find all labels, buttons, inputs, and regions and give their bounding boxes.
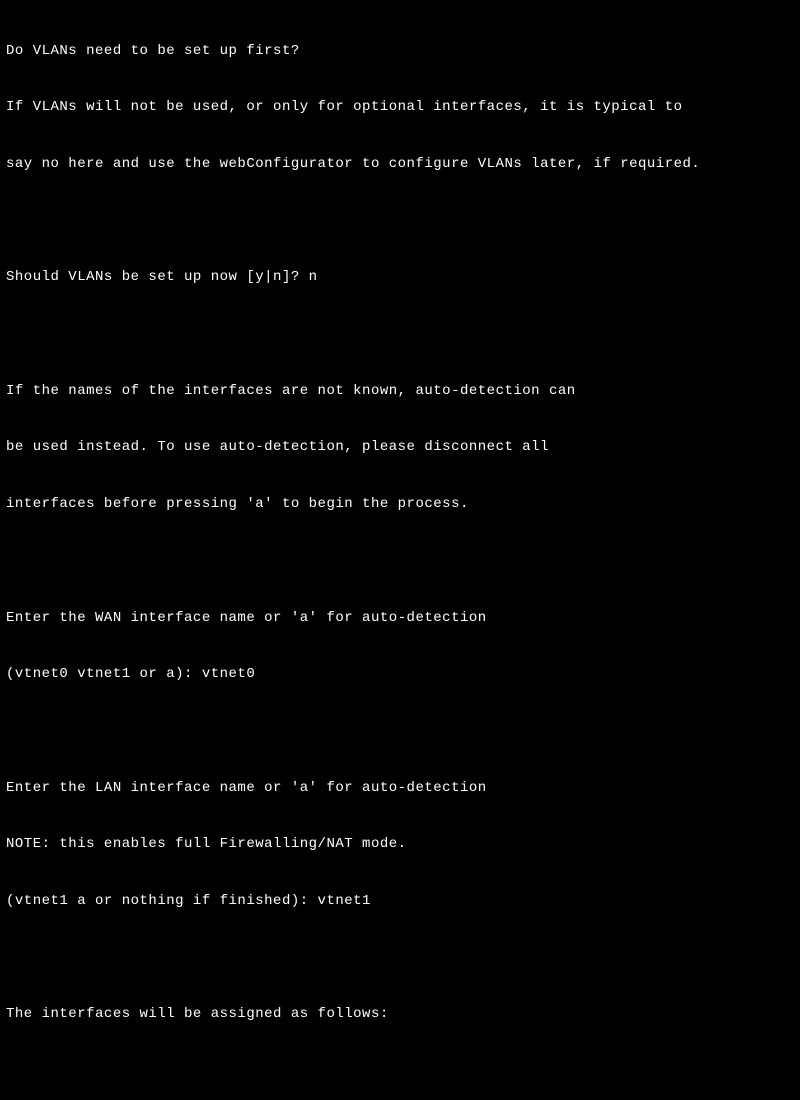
terminal-line: Enter the LAN interface name or 'a' for …: [6, 779, 794, 798]
terminal-line: NOTE: this enables full Firewalling/NAT …: [6, 835, 794, 854]
terminal-line: If VLANs will not be used, or only for o…: [6, 98, 794, 117]
terminal-line: [6, 949, 794, 968]
terminal-line: If the names of the interfaces are not k…: [6, 382, 794, 401]
terminal-line: [6, 325, 794, 344]
terminal-line: [6, 1062, 794, 1081]
terminal-line: [6, 552, 794, 571]
terminal-output: Do VLANs need to be set up first? If VLA…: [6, 4, 794, 1100]
terminal-line: [6, 722, 794, 741]
terminal-line: be used instead. To use auto-detection, …: [6, 438, 794, 457]
terminal-line: Enter the WAN interface name or 'a' for …: [6, 609, 794, 628]
terminal-line: (vtnet0 vtnet1 or a): vtnet0: [6, 665, 794, 684]
terminal-line: interfaces before pressing 'a' to begin …: [6, 495, 794, 514]
terminal-line: Do VLANs need to be set up first?: [6, 42, 794, 61]
terminal-line: Should VLANs be set up now [y|n]? n: [6, 268, 794, 287]
terminal-line: say no here and use the webConfigurator …: [6, 155, 794, 174]
terminal-line: [6, 212, 794, 231]
terminal-line: The interfaces will be assigned as follo…: [6, 1005, 794, 1024]
terminal-line: (vtnet1 a or nothing if finished): vtnet…: [6, 892, 794, 911]
